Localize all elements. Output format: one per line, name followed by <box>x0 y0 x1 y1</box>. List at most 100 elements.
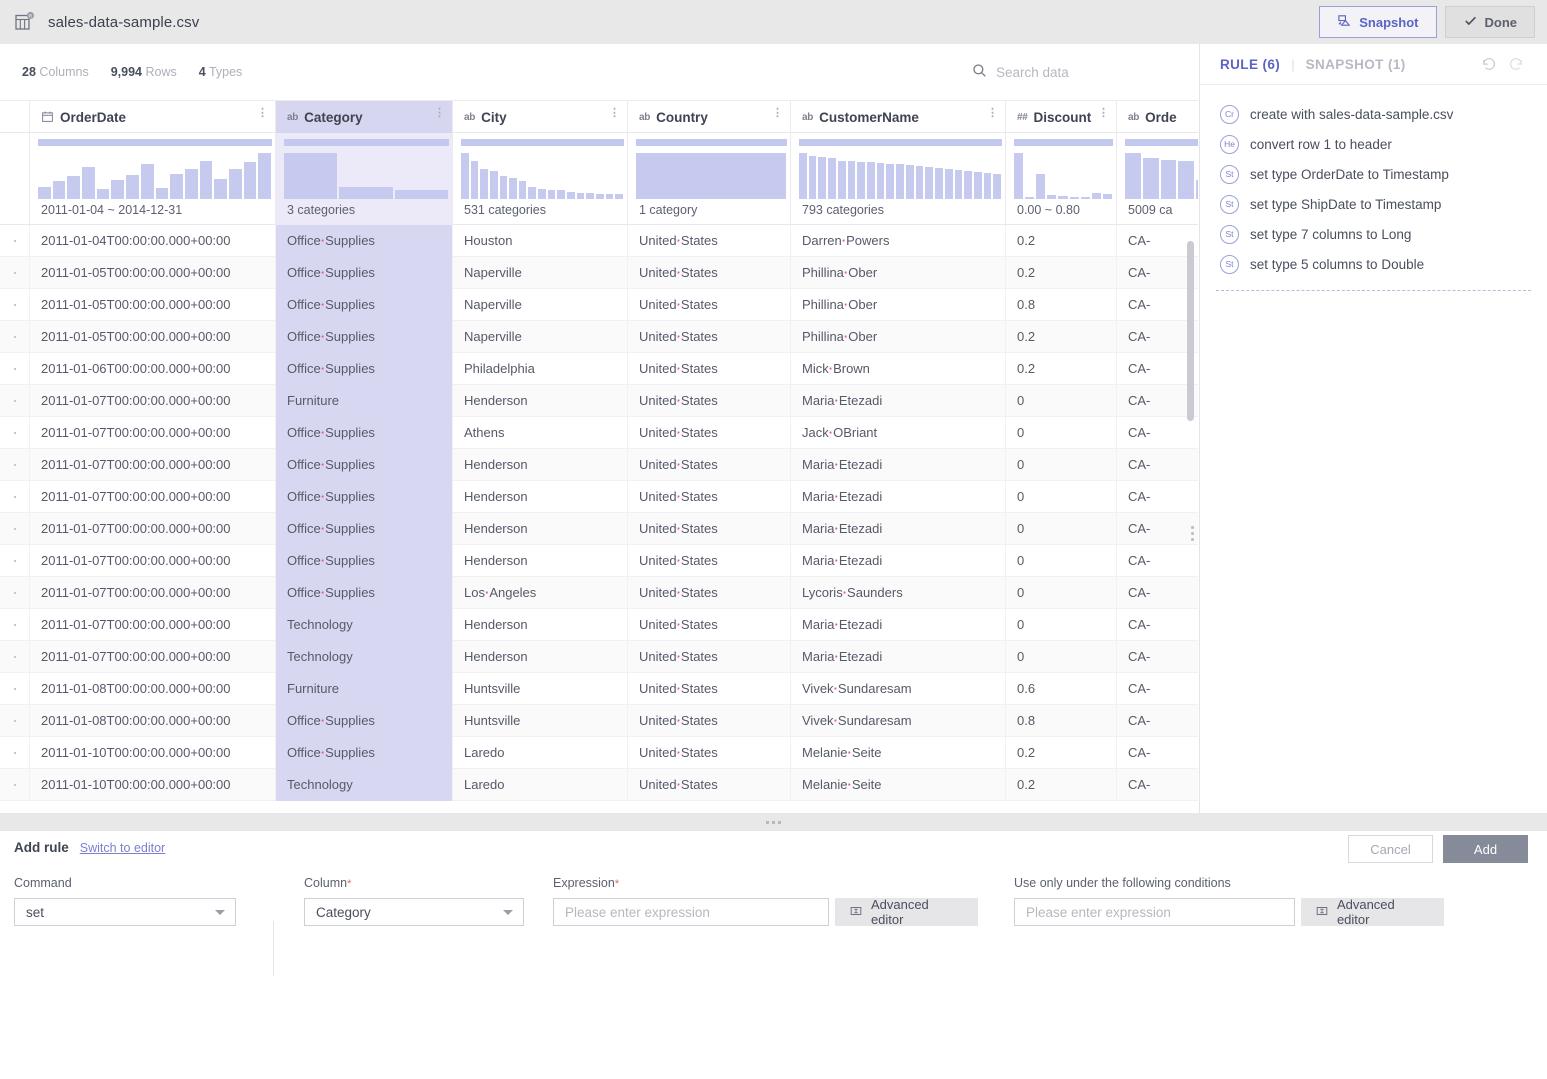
cell-country[interactable]: United·States <box>628 513 791 545</box>
column-header-category[interactable]: ab Category ⋮ <box>276 101 453 133</box>
cell-orderdate[interactable]: 2011-01-05T00:00:00.000+00:00 <box>30 257 276 289</box>
table-row[interactable]: 2011-01-07T00:00:00.000+00:00 Office·Supp… <box>0 481 1198 513</box>
cell-city[interactable]: Laredo <box>453 737 628 769</box>
cell-discount[interactable]: 0.2 <box>1006 737 1117 769</box>
cell-category[interactable]: Technology <box>276 609 453 641</box>
cell-discount[interactable]: 0.2 <box>1006 225 1117 257</box>
cell-discount[interactable]: 0 <box>1006 481 1117 513</box>
cell-category[interactable]: Furniture <box>276 385 453 417</box>
cell-orde[interactable]: CA- <box>1117 481 1198 513</box>
cell-orde[interactable]: CA- <box>1117 577 1198 609</box>
cell-city[interactable]: Naperville <box>453 321 628 353</box>
cell-city[interactable]: Naperville <box>453 289 628 321</box>
table-row[interactable]: 2011-01-07T00:00:00.000+00:00 Office·Supp… <box>0 577 1198 609</box>
cell-discount[interactable]: 0 <box>1006 449 1117 481</box>
cell-orde[interactable]: CA- <box>1117 609 1198 641</box>
table-row[interactable]: 2011-01-07T00:00:00.000+00:00 Office·Supp… <box>0 449 1198 481</box>
cell-city[interactable]: Philadelphia <box>453 353 628 385</box>
cell-orderdate[interactable]: 2011-01-04T00:00:00.000+00:00 <box>30 225 276 257</box>
cell-category[interactable]: Office·Supplies <box>276 321 453 353</box>
cell-country[interactable]: United·States <box>628 609 791 641</box>
table-row[interactable]: 2011-01-05T00:00:00.000+00:00 Office·Supp… <box>0 321 1198 353</box>
cell-discount[interactable]: 0.2 <box>1006 257 1117 289</box>
cell-city[interactable]: Henderson <box>453 449 628 481</box>
table-row[interactable]: 2011-01-06T00:00:00.000+00:00 Office·Supp… <box>0 353 1198 385</box>
table-row[interactable]: 2011-01-10T00:00:00.000+00:00 Office·Supp… <box>0 737 1198 769</box>
cell-orde[interactable]: CA- <box>1117 257 1198 289</box>
rule-list-item[interactable]: St set type OrderDate to Timestamp <box>1200 159 1547 189</box>
table-row[interactable]: 2011-01-07T00:00:00.000+00:00 Office·Supp… <box>0 545 1198 577</box>
column-header-customername[interactable]: ab CustomerName ⋮ <box>791 101 1006 133</box>
cell-orderdate[interactable]: 2011-01-06T00:00:00.000+00:00 <box>30 353 276 385</box>
cell-orde[interactable]: CA- <box>1117 705 1198 737</box>
cell-city[interactable]: Athens <box>453 417 628 449</box>
cell-discount[interactable]: 0 <box>1006 417 1117 449</box>
rule-list-item[interactable]: St set type ShipDate to Timestamp <box>1200 189 1547 219</box>
cell-country[interactable]: United·States <box>628 321 791 353</box>
expression-advanced-editor-button[interactable]: Advanced editor <box>834 897 978 927</box>
cell-discount[interactable]: 0 <box>1006 513 1117 545</box>
cell-orde[interactable]: CA- <box>1117 545 1198 577</box>
cell-orde[interactable]: CA- <box>1117 737 1198 769</box>
snapshot-button[interactable]: Snapshot <box>1319 6 1437 38</box>
cell-customername[interactable]: Maria·Etezadi <box>791 545 1006 577</box>
cell-country[interactable]: United·States <box>628 545 791 577</box>
rule-list-item[interactable]: Cr create with sales-data-sample.csv <box>1200 99 1547 129</box>
cell-orderdate[interactable]: 2011-01-05T00:00:00.000+00:00 <box>30 321 276 353</box>
panel-resize-handle[interactable] <box>0 813 1547 831</box>
grid-row-resize-handle[interactable] <box>1191 526 1195 544</box>
cell-city[interactable]: Henderson <box>453 609 628 641</box>
table-row[interactable]: 2011-01-08T00:00:00.000+00:00 Office·Supp… <box>0 705 1198 737</box>
cell-country[interactable]: United·States <box>628 289 791 321</box>
done-button[interactable]: Done <box>1444 6 1535 38</box>
table-row[interactable]: 2011-01-07T00:00:00.000+00:00 Furniture He… <box>0 385 1198 417</box>
grid-vertical-scrollbar[interactable] <box>1187 241 1194 421</box>
cell-city[interactable]: Huntsville <box>453 673 628 705</box>
cell-orde[interactable]: CA- <box>1117 513 1198 545</box>
cell-city[interactable]: Naperville <box>453 257 628 289</box>
table-row[interactable]: 2011-01-07T00:00:00.000+00:00 Office·Supp… <box>0 417 1198 449</box>
cell-orderdate[interactable]: 2011-01-10T00:00:00.000+00:00 <box>30 737 276 769</box>
cell-country[interactable]: United·States <box>628 449 791 481</box>
cell-orderdate[interactable]: 2011-01-07T00:00:00.000+00:00 <box>30 449 276 481</box>
cell-orderdate[interactable]: 2011-01-07T00:00:00.000+00:00 <box>30 417 276 449</box>
column-menu-icon[interactable]: ⋮ <box>987 108 998 119</box>
cell-customername[interactable]: Melanie·Seite <box>791 737 1006 769</box>
cell-discount[interactable]: 0.2 <box>1006 321 1117 353</box>
cell-customername[interactable]: Maria·Etezadi <box>791 513 1006 545</box>
cell-category[interactable]: Office·Supplies <box>276 417 453 449</box>
table-row[interactable]: 2011-01-08T00:00:00.000+00:00 Furniture Hu… <box>0 673 1198 705</box>
cell-country[interactable]: United·States <box>628 705 791 737</box>
cell-category[interactable]: Office·Supplies <box>276 449 453 481</box>
cell-orderdate[interactable]: 2011-01-08T00:00:00.000+00:00 <box>30 705 276 737</box>
cell-city[interactable]: Henderson <box>453 545 628 577</box>
cell-orderdate[interactable]: 2011-01-07T00:00:00.000+00:00 <box>30 641 276 673</box>
column-header-city[interactable]: ab City ⋮ <box>453 101 628 133</box>
cell-orde[interactable]: CA- <box>1117 321 1198 353</box>
table-row[interactable]: 2011-01-10T00:00:00.000+00:00 Technology L… <box>0 769 1198 801</box>
cell-customername[interactable]: Maria·Etezadi <box>791 641 1006 673</box>
cell-customername[interactable]: Melanie·Seite <box>791 769 1006 801</box>
expression-input[interactable]: Please enter expression <box>553 898 829 926</box>
cell-orderdate[interactable]: 2011-01-10T00:00:00.000+00:00 <box>30 769 276 801</box>
cell-city[interactable]: Laredo <box>453 769 628 801</box>
cell-orde[interactable]: CA- <box>1117 225 1198 257</box>
cell-customername[interactable]: Jack·OBriant <box>791 417 1006 449</box>
cell-country[interactable]: United·States <box>628 673 791 705</box>
cell-category[interactable]: Office·Supplies <box>276 705 453 737</box>
column-menu-icon[interactable]: ⋮ <box>1098 108 1109 119</box>
cell-discount[interactable]: 0.8 <box>1006 705 1117 737</box>
cell-customername[interactable]: Vivek·Sundaresam <box>791 705 1006 737</box>
cell-discount[interactable]: 0.8 <box>1006 289 1117 321</box>
column-select[interactable]: Category <box>304 898 524 926</box>
switch-to-editor-link[interactable]: Switch to editor <box>80 841 165 855</box>
command-select[interactable]: set <box>14 898 236 926</box>
cell-category[interactable]: Office·Supplies <box>276 513 453 545</box>
grid-body[interactable]: 2011-01-04T00:00:00.000+00:00 Office·Supp… <box>0 225 1198 810</box>
cell-orderdate[interactable]: 2011-01-07T00:00:00.000+00:00 <box>30 385 276 417</box>
table-row[interactable]: 2011-01-07T00:00:00.000+00:00 Technology H… <box>0 609 1198 641</box>
column-menu-icon[interactable]: ⋮ <box>609 108 620 119</box>
cell-orde[interactable]: CA- <box>1117 385 1198 417</box>
table-row[interactable]: 2011-01-04T00:00:00.000+00:00 Office·Supp… <box>0 225 1198 257</box>
cell-country[interactable]: United·States <box>628 769 791 801</box>
